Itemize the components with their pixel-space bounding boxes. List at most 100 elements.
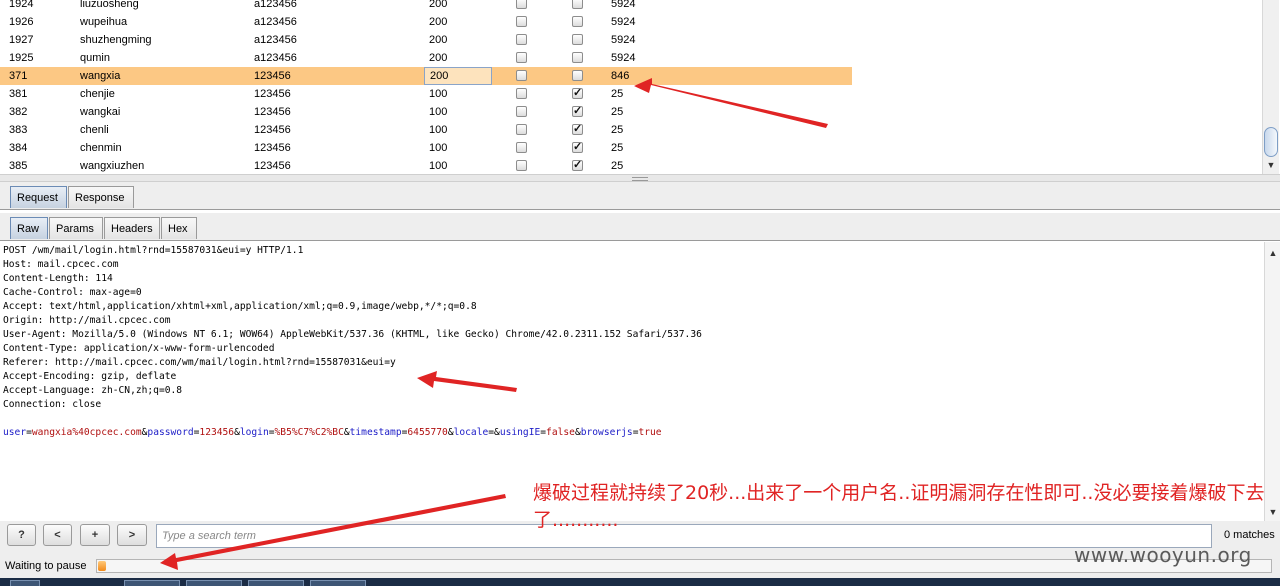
table-row[interactable]: 382 wangkai 123456 100 25 ✓ [0, 103, 852, 121]
request-number: 371 [9, 70, 28, 82]
error-checkbox[interactable] [516, 34, 527, 45]
taskbar-item[interactable] [248, 580, 304, 586]
timeout-checkbox[interactable]: ✓ [572, 160, 583, 171]
timeout-checkbox[interactable]: ✓ [572, 88, 583, 99]
username-cell: chenli [80, 124, 109, 136]
length-cell: 5924 [611, 0, 636, 10]
password-cell: a123456 [254, 34, 297, 46]
progress-fill [98, 561, 106, 571]
error-checkbox[interactable] [516, 0, 527, 9]
results-scroll-thumb[interactable] [1264, 127, 1278, 157]
error-checkbox[interactable] [516, 106, 527, 117]
error-checkbox[interactable] [516, 70, 527, 81]
table-row[interactable]: 381 chenjie 123456 100 25 ✓ [0, 85, 852, 103]
request-header-line: Accept-Encoding: gzip, deflate [3, 371, 177, 382]
splitter-grip-icon[interactable] [632, 177, 648, 181]
password-cell: 123456 [254, 160, 291, 172]
table-row[interactable]: 1927 shuzhengming a123456 200 5924 [0, 31, 852, 49]
request-header-line: Content-Type: application/x-www-form-url… [3, 343, 275, 354]
table-row[interactable]: 383 chenli 123456 100 25 ✓ [0, 121, 852, 139]
status-cell: 200 [429, 16, 448, 28]
request-number: 1927 [9, 34, 34, 46]
password-cell: 123456 [254, 142, 291, 154]
length-cell: 5924 [611, 16, 636, 28]
splitter[interactable] [0, 174, 1280, 182]
length-cell: 25 [611, 88, 624, 100]
os-taskbar [0, 578, 1280, 586]
error-checkbox[interactable] [516, 124, 527, 135]
password-cell: 123456 [254, 124, 291, 136]
status-cell: 200 [424, 67, 492, 85]
table-row[interactable]: 1926 wupeihua a123456 200 5924 [0, 13, 852, 31]
param-value: 123456 [199, 427, 235, 438]
request-header-line: Origin: http://mail.cpcec.com [3, 315, 171, 326]
error-checkbox[interactable] [516, 88, 527, 99]
tab-params[interactable]: Params [49, 217, 103, 239]
request-header-line: POST /wm/mail/login.html?rnd=15587031&eu… [3, 245, 304, 256]
error-checkbox[interactable] [516, 52, 527, 63]
table-row[interactable]: 1924 liuzuosheng a123456 200 5924 [0, 0, 852, 13]
length-cell: 25 [611, 124, 624, 136]
request-header-line: User-Agent: Mozilla/5.0 (Windows NT 6.1;… [3, 329, 702, 340]
taskbar-item[interactable] [124, 580, 180, 586]
timeout-checkbox[interactable] [572, 16, 583, 27]
next-match-button[interactable]: > [117, 524, 147, 546]
status-cell: 200 [429, 52, 448, 64]
timeout-checkbox[interactable] [572, 0, 583, 9]
timeout-checkbox[interactable]: ✓ [572, 106, 583, 117]
length-cell: 846 [611, 70, 630, 82]
main-tabbar: Request Response [0, 182, 1280, 210]
previous-match-button[interactable]: < [43, 524, 72, 546]
request-number: 382 [9, 106, 28, 118]
tab-request[interactable]: Request [10, 186, 67, 208]
timeout-checkbox[interactable]: ✓ [572, 142, 583, 153]
tab-raw[interactable]: Raw [10, 217, 48, 239]
password-cell: a123456 [254, 0, 297, 10]
password-cell: 123456 [254, 106, 291, 118]
username-cell: wupeihua [80, 16, 128, 28]
username-cell: qumin [80, 52, 110, 64]
param-name: login [239, 427, 269, 438]
add-button[interactable]: + [80, 524, 110, 546]
status-cell: 200 [429, 0, 448, 10]
taskbar-item[interactable] [186, 580, 242, 586]
param-value: wangxia%40cpcec.com [31, 427, 142, 438]
error-checkbox[interactable] [516, 16, 527, 27]
view-tabbar: Raw Params Headers Hex [0, 213, 1280, 241]
param-name: locale [453, 427, 489, 438]
status-text: Waiting to pause [5, 560, 87, 572]
timeout-checkbox[interactable] [572, 70, 583, 81]
password-cell: a123456 [254, 52, 297, 64]
scroll-up-arrow-icon[interactable]: ▲ [1266, 246, 1280, 260]
username-cell: chenmin [80, 142, 122, 154]
error-checkbox[interactable] [516, 142, 527, 153]
results-scrollbar[interactable]: ▼ [1262, 0, 1279, 174]
tab-headers[interactable]: Headers [104, 217, 160, 239]
timeout-checkbox[interactable]: ✓ [572, 124, 583, 135]
tab-hex[interactable]: Hex [161, 217, 197, 239]
param-value: false [546, 427, 575, 438]
help-button[interactable]: ? [7, 524, 36, 546]
status-cell: 100 [429, 124, 448, 136]
status-cell: 100 [429, 160, 448, 172]
table-row[interactable]: 385 wangxiuzhen 123456 100 25 ✓ [0, 157, 852, 174]
param-value: true [638, 427, 662, 438]
param-name: password [147, 427, 194, 438]
timeout-checkbox[interactable] [572, 34, 583, 45]
table-row[interactable]: 384 chenmin 123456 100 25 ✓ [0, 139, 852, 157]
watermark-text: www.wooyun.org [1074, 543, 1252, 567]
table-row[interactable]: 371 wangxia 123456 200 846 [0, 67, 852, 85]
request-header-line: Accept: text/html,application/xhtml+xml,… [3, 301, 477, 312]
start-button-icon[interactable] [10, 580, 40, 586]
tab-response[interactable]: Response [68, 186, 134, 208]
error-checkbox[interactable] [516, 160, 527, 171]
param-name: browserjs [580, 427, 633, 438]
length-cell: 25 [611, 160, 624, 172]
scroll-down-arrow-icon[interactable]: ▼ [1264, 158, 1278, 172]
taskbar-item[interactable] [310, 580, 366, 586]
param-value: 6455770 [407, 427, 448, 438]
status-cell: 100 [429, 142, 448, 154]
username-cell: wangkai [80, 106, 121, 118]
table-row[interactable]: 1925 qumin a123456 200 5924 [0, 49, 852, 67]
timeout-checkbox[interactable] [572, 52, 583, 63]
